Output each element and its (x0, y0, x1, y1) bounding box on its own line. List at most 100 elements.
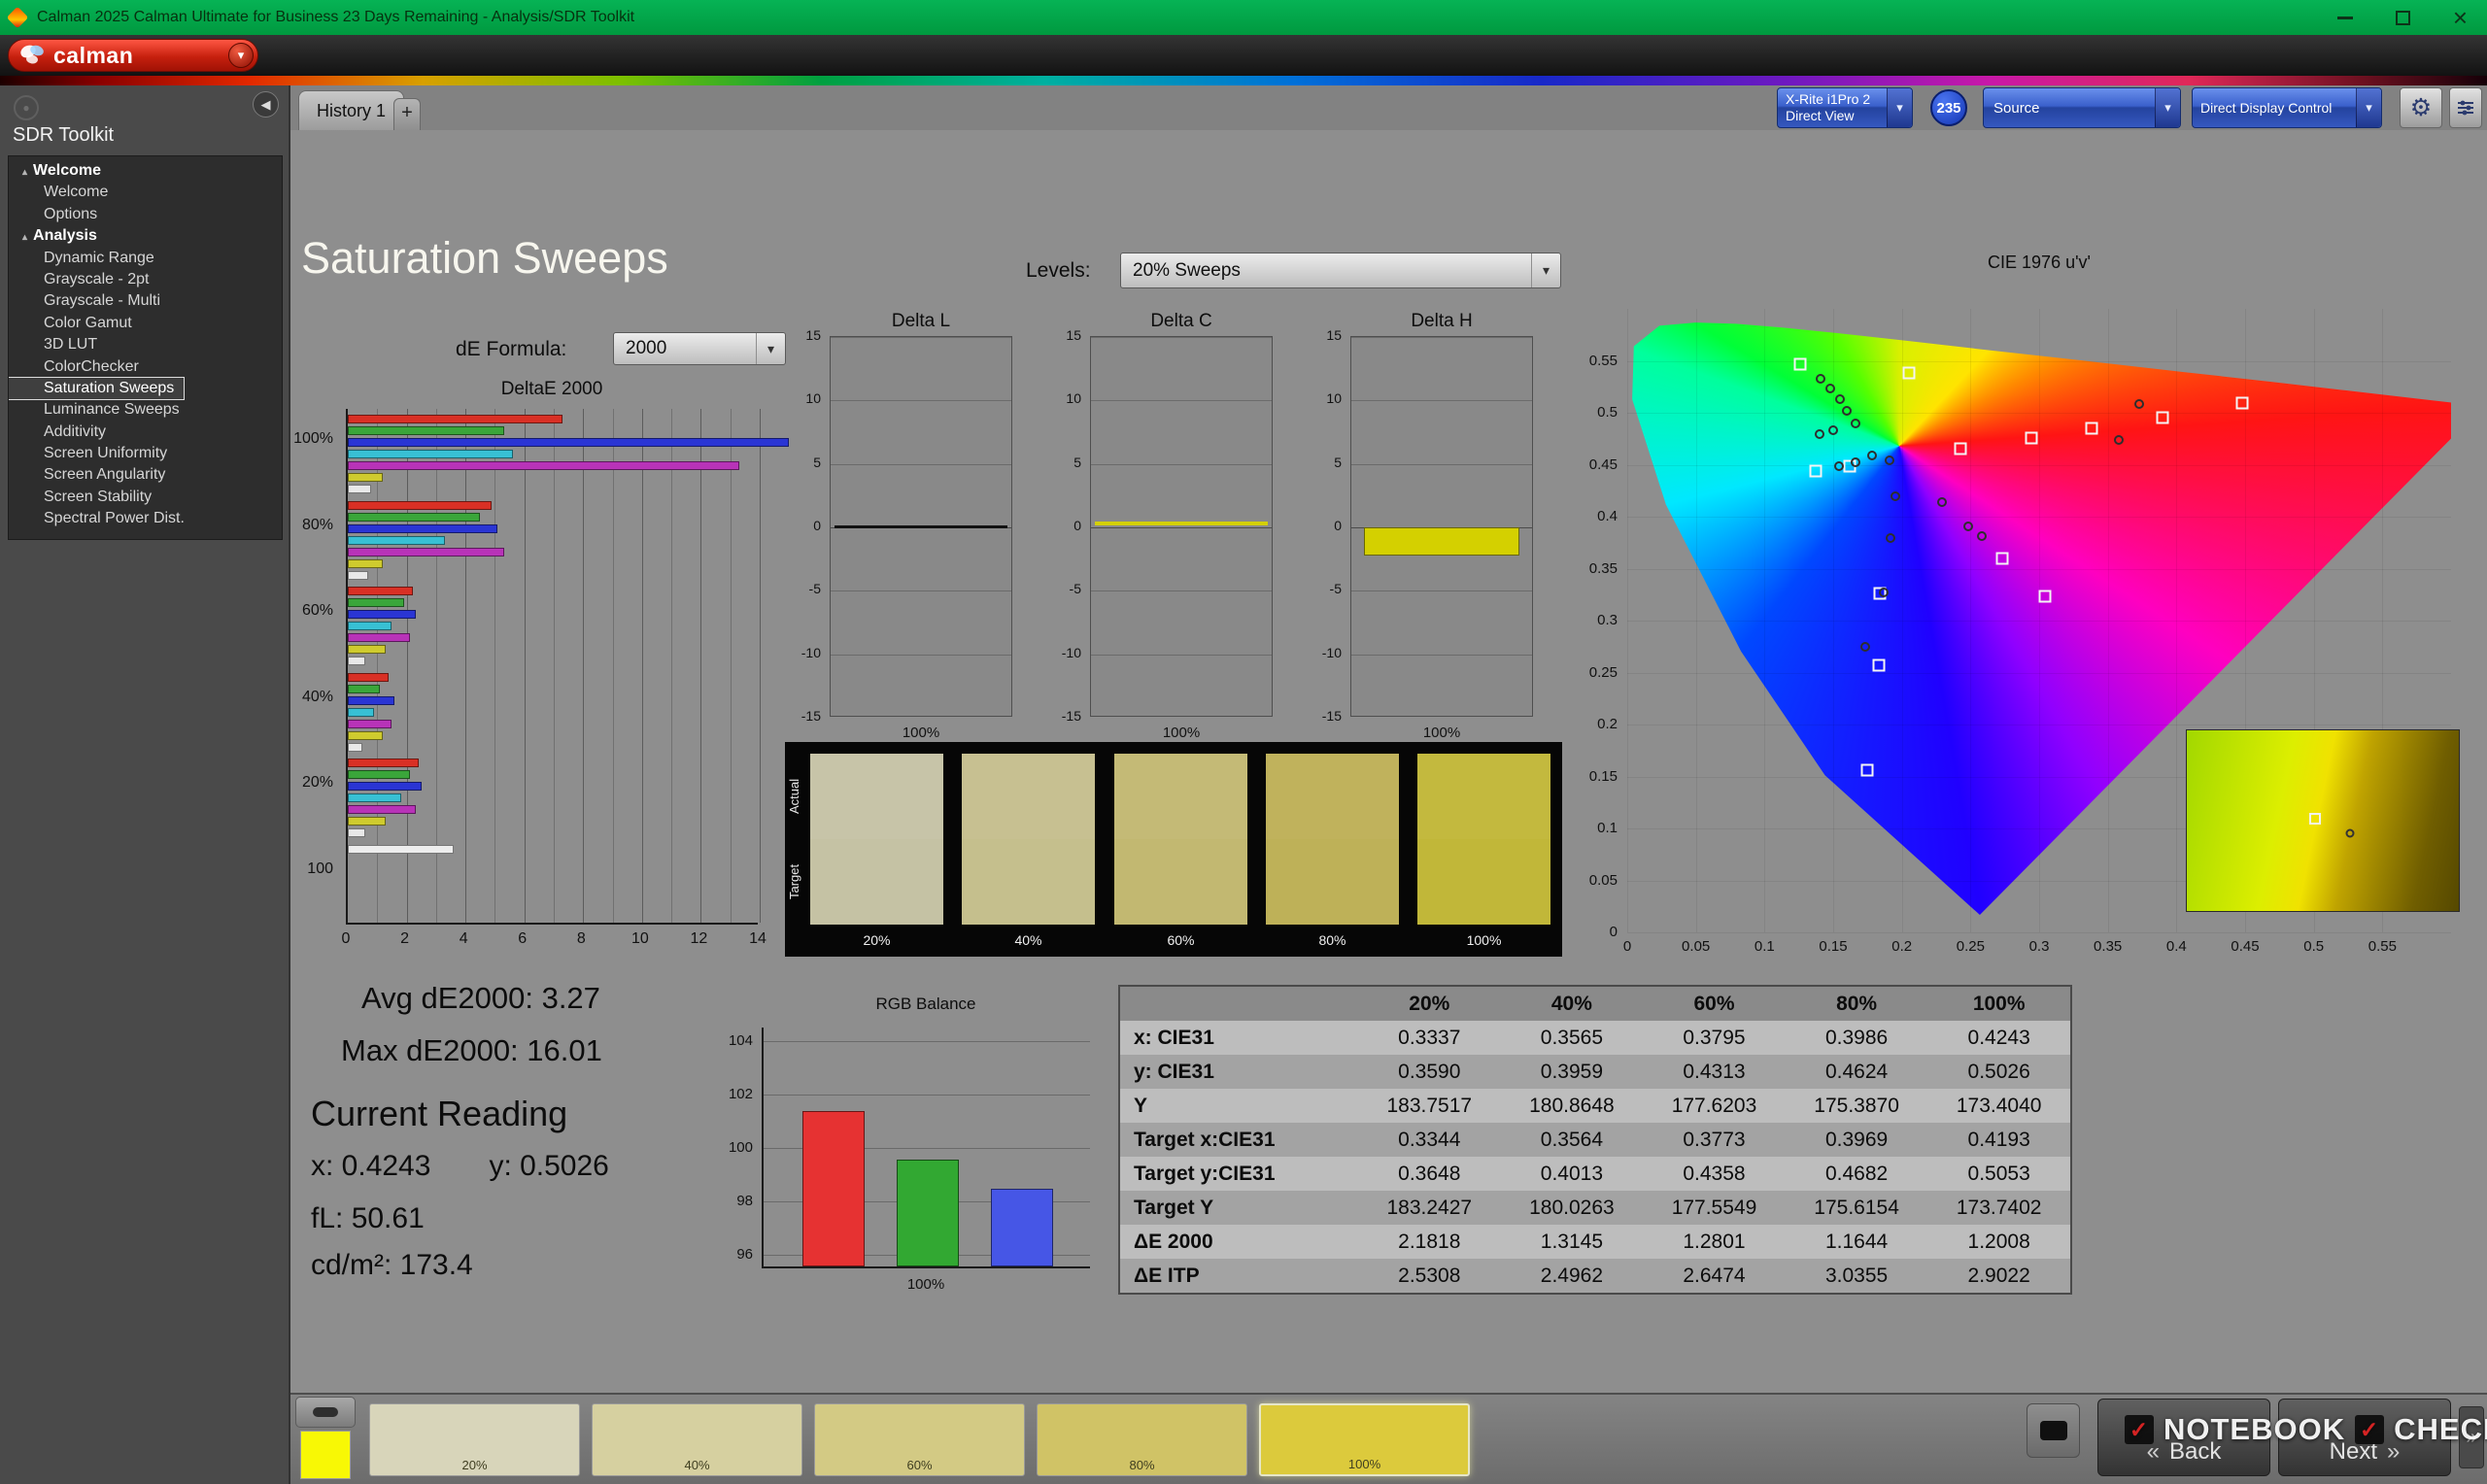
pattern-swatch-label: 20% (370, 1458, 579, 1472)
row-label: ΔE 2000 (1120, 1225, 1358, 1259)
pattern-popout-button[interactable] (2027, 1403, 2080, 1458)
deltae-group-label: 100 (307, 860, 333, 878)
swatch-column-100%: 100% (1417, 754, 1550, 925)
meter-mode: Direct View (1786, 108, 1870, 124)
cie-target-point (2085, 422, 2097, 435)
rgb-y-tick: 104 (729, 1032, 753, 1049)
sidebar-item-color-gamut[interactable]: Color Gamut (9, 313, 282, 334)
actual-swatch-20% (810, 754, 943, 839)
sliders-icon (2457, 99, 2474, 117)
levels-dropdown[interactable]: 20% Sweeps ▾ (1120, 253, 1561, 288)
delta-l-chart: Delta L 151050-5-10-15 100% (789, 311, 1014, 750)
table-header-cell: 40% (1501, 987, 1644, 1021)
actual-swatch-100% (1417, 754, 1550, 839)
close-button[interactable]: × (2453, 9, 2468, 26)
row-label: y: CIE31 (1120, 1055, 1358, 1089)
source-dropdown[interactable]: Source ▾ (1983, 87, 2181, 128)
sidebar-item-dynamic-range[interactable]: Dynamic Range (9, 248, 282, 269)
actual-target-swatch-panel: Actual Target 20%40%60%80%100% (785, 742, 1562, 957)
rgb-bar-green (897, 1160, 959, 1266)
de-formula-dropdown[interactable]: 2000 ▾ (613, 332, 786, 365)
table-row: ΔE ITP2.53082.49622.64743.03552.9022 (1120, 1259, 2070, 1293)
pattern-swatch-100%[interactable]: 100% (1259, 1403, 1470, 1476)
bottom-bar: 20%40%60%80%100% « Back Next » » ✓ NOTEB… (290, 1393, 2487, 1484)
sidebar-item-analysis[interactable]: ▴Analysis (9, 225, 282, 247)
deltae-group-label: 20% (302, 774, 333, 792)
pattern-swatch-40%[interactable]: 40% (592, 1403, 802, 1476)
back-button[interactable]: « Back (2097, 1399, 2270, 1476)
deltae-bar (348, 782, 422, 791)
cie-y-tick: 0.55 (1589, 353, 1618, 369)
sidebar-item-luminance-sweeps[interactable]: Luminance Sweeps (9, 399, 282, 421)
deltae-x-tick: 4 (460, 930, 468, 948)
sidebar-item-saturation-sweeps[interactable]: Saturation Sweeps (9, 378, 184, 399)
meter-dropdown[interactable]: X-Rite i1Pro 2 Direct View ▾ (1777, 87, 1913, 128)
actual-swatch-40% (962, 754, 1095, 839)
expander-icon: ▴ (22, 167, 27, 178)
settings-gear-button[interactable]: ⚙ (2400, 87, 2442, 128)
deltae-bar (348, 720, 392, 728)
sidebar-item-options[interactable]: Options (9, 204, 282, 225)
mini-y-tick: -5 (809, 581, 821, 596)
delta-h-chart: Delta H 151050-5-10-15 100% (1310, 311, 1535, 750)
swatch-column-80%: 80% (1266, 754, 1399, 925)
minimize-button[interactable] (2337, 17, 2353, 19)
table-row: Target y:CIE310.36480.40130.43580.46820.… (1120, 1157, 2070, 1191)
sidebar-item-welcome[interactable]: ▴Welcome (9, 160, 282, 182)
deltae-bar (348, 696, 394, 705)
deltae-x-tick: 14 (749, 930, 767, 948)
table-cell: 2.1818 (1358, 1225, 1501, 1259)
sidebar-item-colorchecker[interactable]: ColorChecker (9, 356, 282, 378)
display-control-label: Direct Display Control (2193, 100, 2332, 116)
cie-measured-point (1963, 522, 1973, 531)
next-button[interactable]: Next » (2278, 1399, 2451, 1476)
table-header-cell (1120, 987, 1358, 1021)
tab-history-1[interactable]: History 1 (298, 90, 404, 130)
logo-menu-chevron-icon[interactable]: ▾ (228, 43, 254, 68)
current-fl: fL: 50.61 (311, 1202, 425, 1235)
page-title: Saturation Sweeps (301, 233, 668, 284)
sidebar-item-spectral-power-dist-[interactable]: Spectral Power Dist. (9, 508, 282, 529)
sidebar-item-screen-stability[interactable]: Screen Stability (9, 487, 282, 508)
cie-target-point (1794, 357, 1807, 370)
levels-label: Levels: (1026, 259, 1091, 283)
table-cell: 180.0263 (1501, 1191, 1644, 1225)
cie-y-tick: 0.15 (1589, 768, 1618, 785)
pattern-swatch-80%[interactable]: 80% (1037, 1403, 1247, 1476)
deltae-bar (348, 548, 504, 556)
pattern-swatch-60%[interactable]: 60% (814, 1403, 1025, 1476)
more-button[interactable]: » (2459, 1406, 2484, 1468)
sidebar-item-grayscale-2pt[interactable]: Grayscale - 2pt (9, 269, 282, 290)
sidebar-item-grayscale-multi[interactable]: Grayscale - Multi (9, 290, 282, 312)
display-control-dropdown[interactable]: Direct Display Control ▾ (2192, 87, 2382, 128)
calman-logo[interactable]: calman ▾ (8, 39, 258, 72)
table-cell: 0.3337 (1358, 1021, 1501, 1055)
sidebar-item-additivity[interactable]: Additivity (9, 422, 282, 443)
advanced-settings-button[interactable] (2449, 87, 2482, 128)
table-cell: 175.3870 (1786, 1089, 1928, 1123)
table-header-row: 20%40%60%80%100% (1120, 987, 2070, 1021)
maximize-button[interactable] (2396, 11, 2410, 25)
avg-de2000: Avg dE2000: 3.27 (361, 981, 600, 1016)
pattern-window-button[interactable] (295, 1397, 356, 1428)
current-pattern-swatch[interactable] (300, 1431, 351, 1479)
sidebar-collapse-button[interactable]: ◀ (253, 91, 279, 118)
cie-y-tick: 0.45 (1589, 456, 1618, 473)
deltae-bar (348, 845, 454, 854)
sidebar-item-welcome[interactable]: Welcome (9, 182, 282, 203)
actual-row-label: Actual (787, 754, 802, 839)
calman-butterfly-icon (18, 43, 48, 68)
sidebar-item-screen-uniformity[interactable]: Screen Uniformity (9, 443, 282, 464)
delta-l-title: Delta L (830, 311, 1012, 332)
pattern-swatch-20%[interactable]: 20% (369, 1403, 580, 1476)
cie-target-point (2038, 590, 2051, 603)
rgb-y-tick: 96 (736, 1246, 753, 1263)
table-cell: 3.0355 (1786, 1259, 1928, 1293)
cie-measured-point (1851, 419, 1860, 428)
swatch-column-60%: 60% (1114, 754, 1247, 925)
add-tab-button[interactable]: + (393, 98, 421, 130)
sidebar-item-3d-lut[interactable]: 3D LUT (9, 334, 282, 355)
table-row: Target Y183.2427180.0263177.5549175.6154… (1120, 1191, 2070, 1225)
sidebar-item-screen-angularity[interactable]: Screen Angularity (9, 464, 282, 486)
table-row: ΔE 20002.18181.31451.28011.16441.2008 (1120, 1225, 2070, 1259)
